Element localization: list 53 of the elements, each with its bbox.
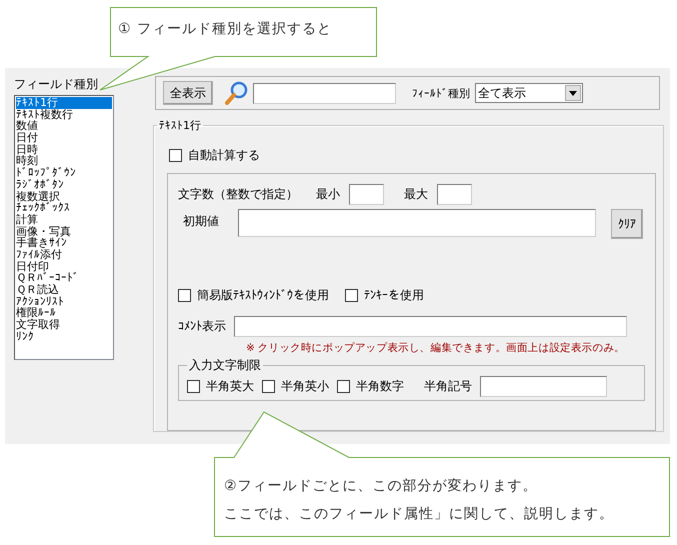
list-item[interactable]: ﾗｼﾞｵﾎﾞﾀﾝ xyxy=(16,178,112,190)
initial-value-field[interactable] xyxy=(238,209,596,237)
filter-dropdown[interactable]: 全て表示 xyxy=(475,83,583,103)
list-item[interactable]: ﾁｪｯｸﾎﾞｯｸｽ xyxy=(16,202,112,214)
search-field[interactable] xyxy=(253,82,396,104)
initial-value-label: 初期値 xyxy=(183,213,220,230)
callout-text: ②フィールドごとに、この部分が変わります。 xyxy=(224,477,539,495)
list-item[interactable]: 文字取得 xyxy=(16,319,112,331)
search-icon[interactable] xyxy=(225,81,249,105)
checkbox[interactable]: 半角英大 xyxy=(187,378,254,395)
max-label: 最大 xyxy=(404,186,428,203)
list-item[interactable]: 日時 xyxy=(16,144,112,156)
comment-field[interactable] xyxy=(234,316,627,337)
symbol-label: 半角記号 xyxy=(424,378,472,395)
list-item[interactable]: 画像・写真 xyxy=(16,226,112,238)
list-item[interactable]: 日付 xyxy=(16,132,112,144)
list-item[interactable]: ﾃｷｽﾄ1行 xyxy=(16,97,112,109)
list-item[interactable]: ＱＲﾊﾞｰｺｰﾄﾞ xyxy=(16,272,112,284)
list-item[interactable]: ｱｸｼｮﾝﾘｽﾄ xyxy=(16,296,112,308)
checkbox[interactable]: 自動計算する xyxy=(169,147,656,164)
callout-text: ① フィールド種別を選択すると xyxy=(118,20,334,38)
symbol-field[interactable] xyxy=(480,376,607,397)
list-item[interactable]: 計算 xyxy=(16,214,112,226)
min-field[interactable] xyxy=(349,184,384,205)
char-count-label: 文字数（整数で指定） xyxy=(178,186,298,203)
filter-label: ﾌｨｰﾙﾄﾞ種別 xyxy=(412,86,470,100)
caret-icon xyxy=(569,90,577,96)
comment-note: ※ クリック時にポップアップ表示し、編集できます。画面上は設定表示のみ。 xyxy=(246,341,626,355)
show-all-button[interactable]: 全表示 xyxy=(163,81,213,105)
list-item[interactable]: ﾘﾝｸ xyxy=(16,330,112,342)
clear-button[interactable]: ｸﾘｱ xyxy=(611,209,643,239)
checkbox[interactable]: ﾃﾝｷｰを使用 xyxy=(345,287,424,304)
list-item[interactable]: 数値 xyxy=(16,120,112,132)
list-item[interactable]: 日付印 xyxy=(16,260,112,272)
field-type-list[interactable]: ﾃｷｽﾄ1行 ﾃｷｽﾄ複数行 数値 日付 日時 時刻 ﾄﾞﾛｯﾌﾟﾀﾞｳﾝ ﾗｼﾞｵﾎﾞﾀﾝ 複数選択 ﾁｪｯｸﾎﾞｯｸｽ 計算 画像・写真 手書きｻｲﾝ ﾌｧｲﾙ添付 日付印 ＱＲﾊﾞｰｺｰﾄﾞ ＱＲ読込 ｱｸｼｮﾝﾘｽﾄ 権限ﾙｰﾙ 文字取得 ﾘﾝｸ xyxy=(14,95,114,360)
checkbox[interactable]: 半角英小 xyxy=(262,378,329,395)
list-item[interactable]: ＱＲ読込 xyxy=(16,284,112,296)
max-field[interactable] xyxy=(437,184,472,205)
list-item[interactable]: ﾄﾞﾛｯﾌﾟﾀﾞｳﾝ xyxy=(16,167,112,179)
list-item[interactable]: 手書きｻｲﾝ xyxy=(16,237,112,249)
list-item[interactable]: ﾃｷｽﾄ複数行 xyxy=(16,108,112,120)
checkbox[interactable]: 半角数字 xyxy=(337,378,404,395)
list-label: フィールド種別 xyxy=(14,76,99,93)
checkbox[interactable]: 簡易版ﾃｷｽﾄｳｨﾝﾄﾞｳを使用 xyxy=(178,287,329,304)
min-label: 最小 xyxy=(316,186,340,203)
comment-label: ｺﾒﾝﾄ表示 xyxy=(178,318,226,335)
list-item[interactable]: ﾌｧｲﾙ添付 xyxy=(16,248,112,261)
list-item[interactable]: 権限ﾙｰﾙ xyxy=(16,307,112,320)
callout-text: ここでは、このフィールド属性」に関して、説明します。 xyxy=(224,505,615,523)
group-title: ﾃｷｽﾄ1行 xyxy=(158,118,202,133)
list-item[interactable]: 複数選択 xyxy=(16,190,112,202)
list-item[interactable]: 時刻 xyxy=(16,155,112,168)
group-title: 入力文字制限 xyxy=(188,357,262,374)
